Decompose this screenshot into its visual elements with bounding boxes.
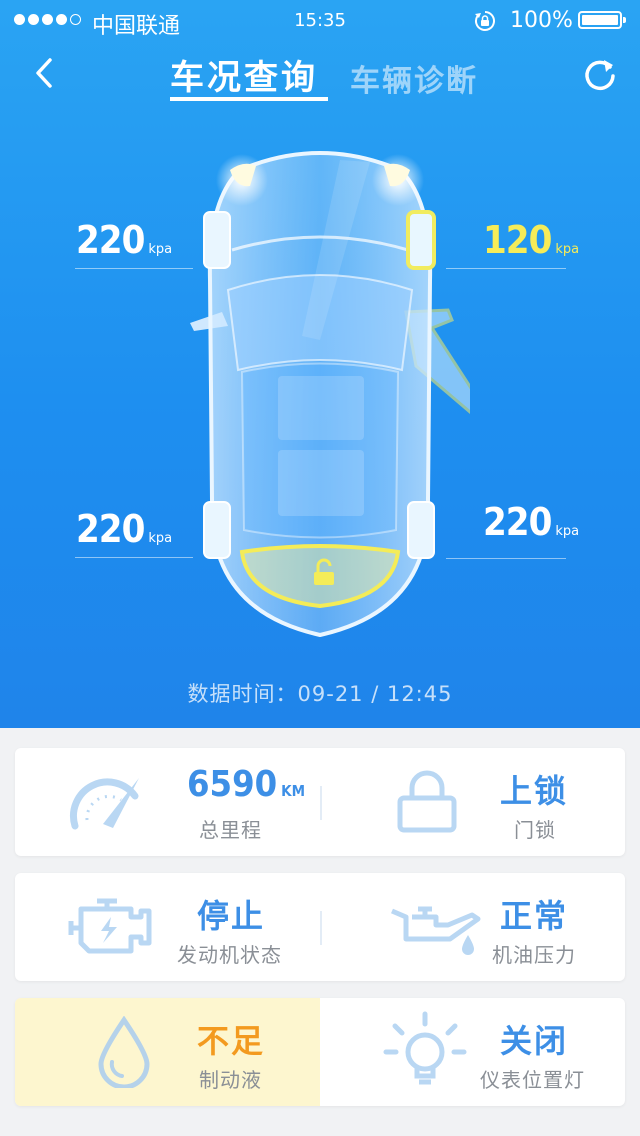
oil-pressure-label: 机油压力 [492, 943, 576, 967]
tire-pressure-rear-right: 220 kpa [483, 500, 580, 544]
engine-cell[interactable]: 停止 发动机状态 [15, 873, 320, 981]
status-card-engine-oil: 停止 发动机状态 正常 机油压力 [15, 873, 625, 981]
pointer-line-rear-right [446, 558, 566, 559]
engine-status-label: 发动机状态 [177, 943, 282, 967]
position-light-value: 关闭 [500, 1022, 569, 1060]
position-light-label: 仪表位置灯 [480, 1068, 585, 1092]
data-timestamp: 数据时间：09-21 / 12:45 [187, 682, 453, 706]
mileage-value: 6590 KM [187, 764, 306, 805]
orientation-lock-icon [475, 11, 495, 31]
refresh-icon[interactable] [580, 56, 620, 96]
door-lock-label: 门锁 [514, 818, 556, 842]
car-top-view-illustration [190, 151, 470, 638]
position-light-cell[interactable]: 关闭 仪表位置灯 [320, 998, 625, 1106]
engine-icon [68, 898, 152, 954]
pointer-line-front-right [446, 268, 566, 269]
mileage-cell[interactable]: 6590 KM 总里程 [15, 748, 320, 856]
active-tab-indicator [170, 97, 328, 101]
door-lock-value: 上锁 [500, 772, 569, 810]
brake-fluid-value: 不足 [197, 1022, 266, 1060]
battery-icon [578, 11, 626, 29]
engine-status-value: 停止 [197, 897, 266, 935]
oil-pressure-cell[interactable]: 正常 机油压力 [320, 873, 625, 981]
tab-vehicle-diagnosis[interactable]: 车辆诊断 [350, 56, 478, 100]
oil-pressure-value: 正常 [500, 897, 569, 935]
battery-percentage: 100% [510, 8, 573, 33]
pointer-line-rear-left [75, 557, 193, 558]
door-lock-cell[interactable]: 上锁 门锁 [320, 748, 625, 856]
back-arrow-icon[interactable] [28, 56, 62, 90]
tab-vehicle-condition[interactable]: 车况查询 [170, 50, 318, 99]
vehicle-status-hero: 中国联通 15:35 100% 车况查询 车辆诊断 220 kpa 120 kp… [0, 0, 640, 728]
fluid-drop-icon [98, 1016, 150, 1088]
status-card-mileage-lock: 6590 KM 总里程 上锁 门锁 [15, 748, 625, 856]
tire-pressure-front-right: 120 kpa [483, 218, 580, 262]
padlock-icon [397, 770, 457, 833]
tire-pressure-rear-left: 220 kpa [76, 507, 173, 551]
tire-pressure-front-left: 220 kpa [76, 218, 173, 262]
light-bulb-icon [383, 1011, 467, 1085]
brake-fluid-label: 制动液 [199, 1068, 262, 1092]
mileage-label: 总里程 [199, 818, 262, 842]
oil-can-icon [391, 906, 481, 955]
status-card-brake-light: 不足 制动液 关闭 仪表位置灯 [15, 998, 625, 1106]
pointer-line-front-left [75, 268, 193, 269]
status-bar: 中国联通 15:35 100% [0, 0, 640, 40]
speedometer-icon [70, 778, 139, 830]
brake-fluid-cell[interactable]: 不足 制动液 [15, 998, 320, 1106]
